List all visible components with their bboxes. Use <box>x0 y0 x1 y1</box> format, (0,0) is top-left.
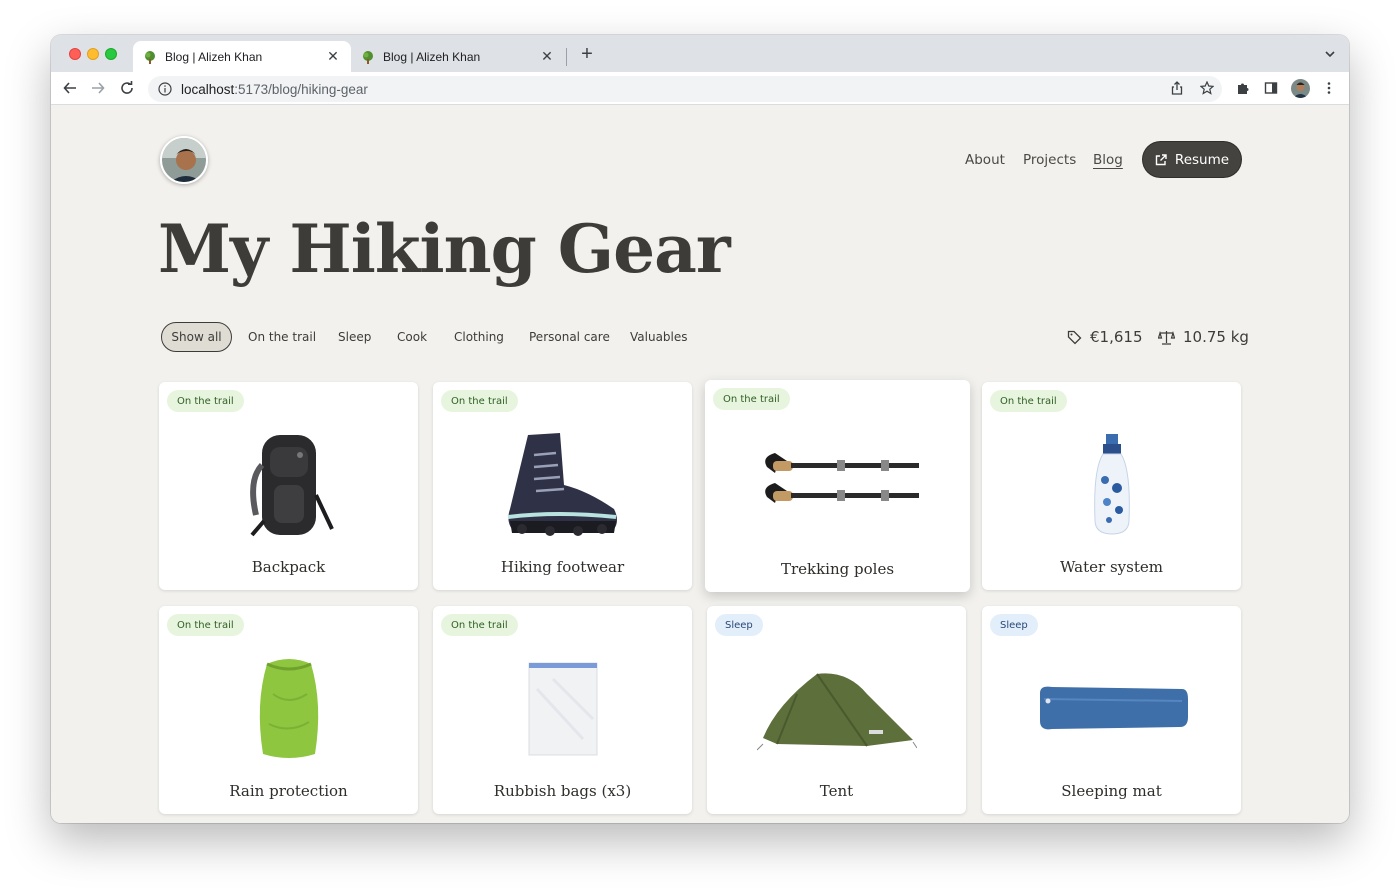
browser-toolbar: localhost:5173/blog/hiking-gear <box>51 72 1349 105</box>
tab-title: Blog | Alizeh Khan <box>383 49 481 64</box>
filter-cook[interactable]: Cook <box>397 322 427 352</box>
trekking-poles-image <box>705 408 970 558</box>
gear-name: Backpack <box>251 558 326 576</box>
author-avatar[interactable] <box>160 136 208 184</box>
tab-separator <box>566 48 567 66</box>
gear-card-backpack[interactable]: On the trail Backpack <box>159 382 418 590</box>
rain-cover-image <box>159 634 418 784</box>
category-badge: On the trail <box>167 614 244 636</box>
close-tab-icon[interactable]: ✕ <box>325 48 341 65</box>
gear-name: Hiking footwear <box>500 558 625 576</box>
sleeping-mat-image <box>982 634 1241 784</box>
browser-tab-active[interactable]: Blog | Alizeh Khan ✕ <box>133 41 351 72</box>
share-icon[interactable] <box>1169 80 1185 96</box>
tab-bar: Blog | Alizeh Khan ✕ Blog | Alizeh Khan … <box>51 35 1349 72</box>
gear-card-rubbish-bags[interactable]: On the trail Rubbish bags (x3) <box>433 606 692 814</box>
url-host: localhost <box>181 81 235 97</box>
tent-image <box>707 634 966 784</box>
back-arrow-icon[interactable] <box>62 80 78 96</box>
external-link-icon <box>1155 153 1167 165</box>
filter-sleep[interactable]: Sleep <box>338 322 371 352</box>
backpack-image <box>159 410 418 560</box>
filter-valuables[interactable]: Valuables <box>630 322 688 352</box>
reload-icon[interactable] <box>119 80 135 96</box>
browser-window: Blog | Alizeh Khan ✕ Blog | Alizeh Khan … <box>51 35 1349 823</box>
total-weight-value: 10.75 kg <box>1183 328 1249 346</box>
page-title: My Hiking Gear <box>158 210 731 288</box>
profile-avatar-icon[interactable] <box>1291 79 1310 98</box>
hiking-boot-image <box>433 410 692 560</box>
browser-tab-inactive[interactable]: Blog | Alizeh Khan ✕ <box>351 41 565 72</box>
nav-about-link[interactable]: About <box>965 152 1005 168</box>
nav-blog-link[interactable]: Blog <box>1093 152 1123 168</box>
gear-name: Rain protection <box>229 782 348 800</box>
page-content: About Projects Blog Resume My Hiking Gea… <box>51 106 1349 823</box>
url-path: :5173/blog/hiking-gear <box>234 81 368 97</box>
forward-arrow-icon[interactable] <box>90 80 106 96</box>
category-badge: Sleep <box>990 614 1038 636</box>
close-window-button[interactable] <box>69 48 81 60</box>
extensions-puzzle-icon[interactable] <box>1235 80 1251 96</box>
gear-card-rain-protection[interactable]: On the trail Rain protection <box>159 606 418 814</box>
site-info-icon[interactable] <box>158 82 172 96</box>
category-badge: On the trail <box>441 390 518 412</box>
tab-title: Blog | Alizeh Khan <box>165 49 263 64</box>
category-badge: On the trail <box>441 614 518 636</box>
close-tab-icon[interactable]: ✕ <box>539 48 555 65</box>
nav-projects-link[interactable]: Projects <box>1023 152 1076 168</box>
gear-name: Tent <box>819 782 854 800</box>
side-panel-icon[interactable] <box>1263 80 1279 96</box>
gear-name: Rubbish bags (x3) <box>493 782 632 800</box>
gear-card-hiking-footwear[interactable]: On the trail Hiking footwear <box>433 382 692 590</box>
gear-card-water-system[interactable]: On the trail Water system <box>982 382 1241 590</box>
category-badge: On the trail <box>990 390 1067 412</box>
gear-name: Trekking poles <box>780 560 895 578</box>
maximize-window-button[interactable] <box>105 48 117 60</box>
resume-button[interactable]: Resume <box>1143 142 1241 177</box>
minimize-window-button[interactable] <box>87 48 99 60</box>
gear-name: Water system <box>1060 558 1163 576</box>
price-tag-icon <box>1067 330 1082 344</box>
category-badge: On the trail <box>713 388 790 410</box>
scale-icon <box>1158 330 1175 345</box>
total-weight-stat: 10.75 kg <box>1158 327 1249 347</box>
gear-name: Sleeping mat <box>1061 782 1162 800</box>
category-badge: On the trail <box>167 390 244 412</box>
water-bottle-image <box>982 410 1241 560</box>
filter-on-the-trail[interactable]: On the trail <box>248 322 316 352</box>
total-price-value: €1,615 <box>1090 328 1143 346</box>
url-text[interactable]: localhost:5173/blog/hiking-gear <box>181 82 368 97</box>
gear-card-trekking-poles[interactable]: On the trail Trekking poles <box>705 380 970 592</box>
tree-favicon-icon <box>361 50 375 64</box>
filter-personal-care[interactable]: Personal care <box>529 322 610 352</box>
tree-favicon-icon <box>143 50 157 64</box>
rubbish-bag-image <box>433 634 692 784</box>
filter-clothing[interactable]: Clothing <box>454 322 504 352</box>
gear-card-sleeping-mat[interactable]: Sleep Sleeping mat <box>982 606 1241 814</box>
new-tab-icon[interactable]: + <box>577 44 597 64</box>
total-price-stat: €1,615 <box>1067 327 1143 347</box>
resume-label: Resume <box>1174 151 1230 168</box>
bookmark-star-icon[interactable] <box>1199 80 1215 96</box>
category-badge: Sleep <box>715 614 763 636</box>
filter-show-all[interactable]: Show all <box>161 322 232 352</box>
address-bar[interactable]: localhost:5173/blog/hiking-gear <box>148 76 1222 102</box>
chevron-down-icon[interactable] <box>1323 47 1337 61</box>
gear-card-tent[interactable]: Sleep Tent <box>707 606 966 814</box>
more-options-icon[interactable] <box>1321 80 1337 96</box>
